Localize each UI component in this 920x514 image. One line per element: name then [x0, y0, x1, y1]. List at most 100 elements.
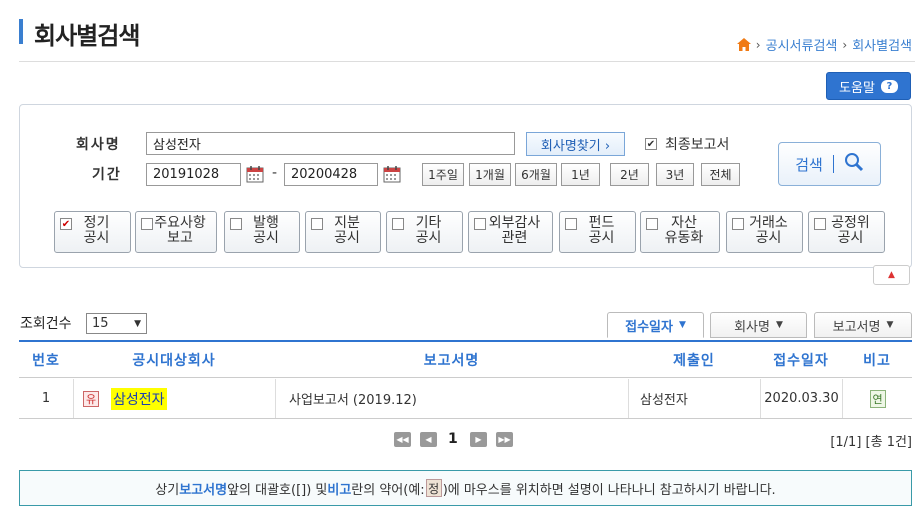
cell-company: 유 삼성전자 [73, 379, 275, 418]
category-equity[interactable]: 지분 공시 [305, 211, 381, 253]
category-label: 보고 [167, 230, 193, 246]
cell-note: 연 [842, 379, 912, 418]
category-other[interactable]: 기타 공시 [386, 211, 463, 253]
search-button-divider [832, 155, 834, 173]
category-checkbox[interactable] [230, 218, 242, 230]
home-icon[interactable] [736, 38, 751, 51]
date-range-dash: - [272, 165, 278, 181]
table-header-divider [19, 377, 912, 378]
sort-tab-report[interactable]: 보고서명 ▼ [814, 312, 912, 338]
result-count-select[interactable]: 15 ▼ [86, 313, 147, 334]
cell-no: 1 [41, 391, 51, 406]
report-link[interactable]: 사업보고서 (2019.12) [275, 379, 628, 418]
calendar-icon[interactable] [246, 165, 264, 183]
question-icon: ? [880, 79, 898, 93]
collapse-panel-button[interactable]: ▲ [873, 265, 910, 285]
breadcrumb-item-disclosure-search[interactable]: 공시서류검색 [766, 35, 838, 54]
category-label: 관련 [501, 230, 528, 246]
help-button-label: 도움말 [839, 80, 875, 96]
category-asset-securitization[interactable]: 자산 유동화 [640, 211, 720, 253]
category-checkbox[interactable]: ✔ [60, 218, 72, 230]
period-2year-button[interactable]: 2년 [610, 163, 649, 186]
start-date-input[interactable] [146, 163, 241, 186]
search-button[interactable]: 검색 [778, 142, 881, 186]
category-exchange[interactable]: 거래소 공시 [726, 211, 803, 253]
header-divider [19, 61, 915, 62]
final-report-label: 최종보고서 [665, 137, 730, 153]
breadcrumb-item-company-search[interactable]: 회사별검색 [852, 35, 912, 54]
period-6month-button[interactable]: 6개월 [515, 163, 557, 186]
notice-box: 상기 보고서명 앞의 대괄호([]) 및 비고 란의 약어(예: 정 )에 마우… [19, 470, 912, 506]
category-label: 유동화 [664, 230, 704, 246]
category-ftc[interactable]: 공정위 공시 [808, 211, 885, 253]
sort-tab-label: 보고서명 [832, 319, 881, 335]
category-checkbox[interactable] [311, 218, 323, 230]
dropdown-arrow-icon: ▼ [134, 318, 141, 329]
prev-page-icon[interactable]: ◀ [420, 432, 437, 447]
period-1week-button[interactable]: 1주일 [422, 163, 464, 186]
result-count-value: 15 [92, 316, 109, 331]
table-top-border [19, 340, 912, 342]
help-button[interactable]: 도움말 ? [826, 72, 911, 100]
category-major-report[interactable]: 주요사항 보고 [135, 211, 217, 253]
column-header-no: 번호 [32, 353, 60, 369]
magnifier-icon [844, 152, 864, 176]
notice-text: 란의 약어(예: [351, 482, 425, 498]
last-page-icon[interactable]: ▶▶ [496, 432, 513, 447]
find-company-button[interactable]: 회사명찾기 › [526, 132, 625, 156]
sort-tab-company[interactable]: 회사명 ▼ [710, 312, 807, 338]
category-issuance[interactable]: 발행 공시 [224, 211, 300, 253]
category-checkbox[interactable] [392, 218, 404, 230]
company-label: 회사명 [76, 137, 121, 153]
calendar-icon[interactable] [383, 165, 401, 183]
category-checkbox[interactable] [141, 218, 153, 230]
chevron-up-icon: ▲ [888, 270, 895, 280]
breadcrumb-separator: › [755, 37, 761, 52]
period-all-button[interactable]: 전체 [701, 163, 740, 186]
sort-tab-date[interactable]: 접수일자 ▼ [607, 312, 704, 338]
notice-text: 상기 [155, 482, 180, 498]
company-link[interactable]: 삼성전자 [111, 387, 167, 410]
column-header-note: 비고 [863, 353, 891, 369]
notice-highlight: 보고서명 [179, 482, 228, 498]
company-input[interactable] [146, 132, 515, 155]
search-button-label: 검색 [795, 155, 823, 174]
period-1month-button[interactable]: 1개월 [469, 163, 511, 186]
page-number[interactable]: 1 [448, 431, 458, 447]
end-date-input[interactable] [284, 163, 378, 186]
column-header-report: 보고서명 [423, 353, 480, 369]
sort-tab-label: 회사명 [734, 319, 770, 335]
sort-tab-label: 접수일자 [625, 319, 673, 335]
market-badge[interactable]: 유 [83, 390, 99, 407]
breadcrumb-separator: › [842, 37, 848, 52]
notice-text: 앞의 대괄호([]) 및 [227, 482, 328, 498]
column-header-submitter: 제출인 [673, 353, 715, 369]
note-badge[interactable]: 연 [869, 389, 886, 408]
category-regular[interactable]: ✔ 정기 공시 [54, 211, 131, 253]
category-checkbox[interactable] [565, 218, 577, 230]
chevron-down-icon: ▼ [886, 320, 894, 330]
breadcrumb: › 공시서류검색 › 회사별검색 [736, 35, 912, 54]
category-external-audit[interactable]: 외부감사 관련 [468, 211, 553, 253]
category-label: 공시 [588, 230, 615, 246]
first-page-icon[interactable]: ◀◀ [394, 432, 411, 447]
notice-text: )에 마우스를 위치하면 설명이 나타나니 참고하시기 바랍니다. [442, 482, 776, 498]
period-3year-button[interactable]: 3년 [656, 163, 694, 186]
category-checkbox[interactable] [646, 218, 658, 230]
category-label: 공시 [755, 230, 782, 246]
category-fund[interactable]: 펀드 공시 [559, 211, 636, 253]
next-page-icon[interactable]: ▶ [470, 432, 487, 447]
title-accent-bar [19, 19, 23, 44]
category-checkbox[interactable] [814, 218, 826, 230]
category-label: 공시 [83, 230, 110, 246]
category-checkbox[interactable] [732, 218, 744, 230]
category-label: 공시 [415, 230, 442, 246]
page-title: 회사별검색 [34, 22, 140, 50]
category-checkbox[interactable] [474, 218, 486, 230]
example-badge[interactable]: 정 [425, 479, 442, 497]
final-report-checkbox[interactable]: ✔ [645, 138, 657, 150]
period-1year-button[interactable]: 1년 [561, 163, 600, 186]
page-info: [1/1] [총 1건] [830, 435, 912, 450]
chevron-down-icon: ▼ [678, 320, 686, 330]
final-report-option[interactable]: ✔ 최종보고서 [645, 134, 729, 154]
